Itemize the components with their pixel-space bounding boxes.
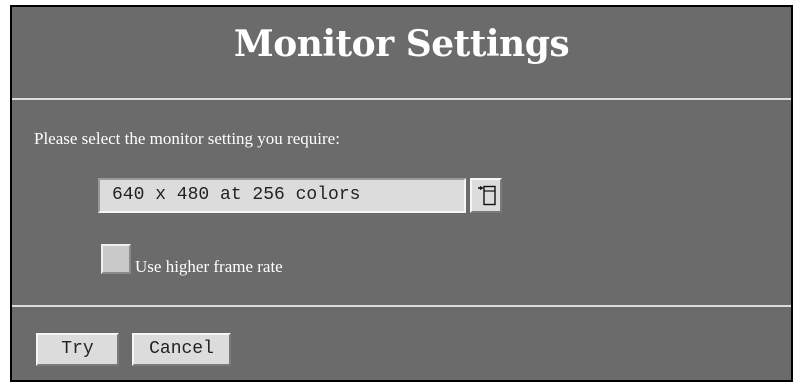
- title-divider: [12, 98, 791, 100]
- higher-frame-rate-label: Use higher frame rate: [135, 257, 283, 276]
- resolution-select[interactable]: 640 x 480 at 256 colors: [98, 178, 466, 213]
- try-button[interactable]: Try: [36, 333, 119, 366]
- monitor-settings-dialog: Monitor Settings Please select the monit…: [10, 5, 793, 382]
- dropdown-list-icon: [478, 185, 496, 206]
- dialog-title: Monitor Settings: [233, 23, 570, 65]
- prompt-text: Please select the monitor setting you re…: [34, 129, 340, 148]
- button-divider: [12, 305, 791, 307]
- higher-frame-rate-checkbox[interactable]: [101, 244, 131, 274]
- resolution-select-button[interactable]: [470, 178, 502, 213]
- cancel-button[interactable]: Cancel: [132, 333, 231, 366]
